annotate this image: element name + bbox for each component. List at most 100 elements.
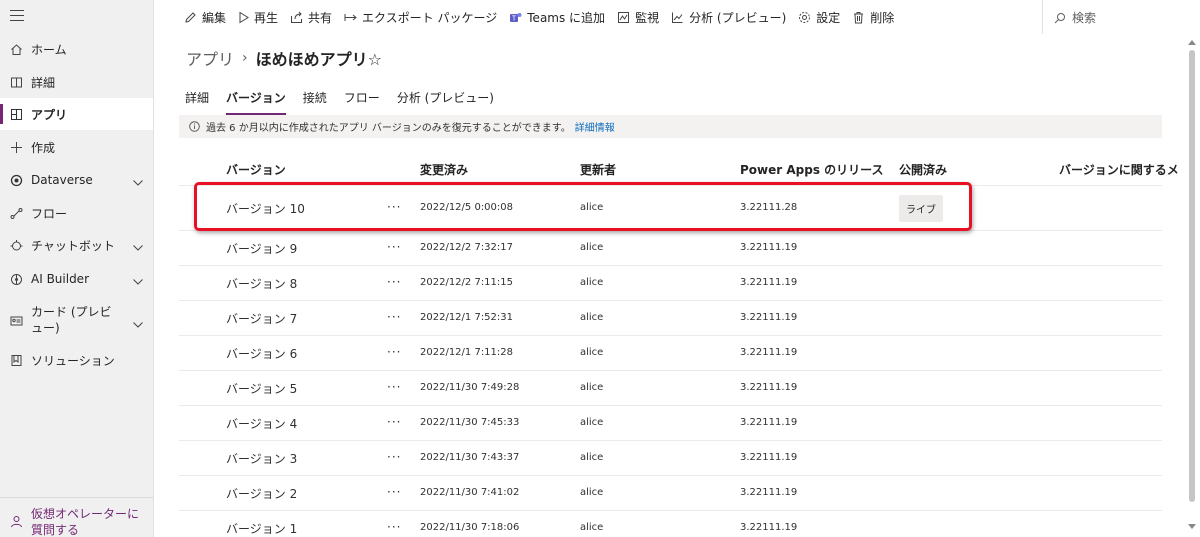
- edit-button[interactable]: 編集: [184, 9, 226, 26]
- breadcrumb-apps-link[interactable]: アプリ: [186, 46, 234, 70]
- tab-connections[interactable]: 接続: [303, 89, 327, 115]
- scroll-thumb[interactable]: [1189, 50, 1195, 502]
- delete-label: 削除: [870, 10, 895, 25]
- more-options-button[interactable]: ···: [387, 380, 401, 394]
- table-header: バージョン 変更済み 更新者 Power Apps のリリース 公開済み バージ…: [179, 150, 1179, 186]
- delete-button[interactable]: 削除: [852, 9, 894, 26]
- sidebar-item-flows[interactable]: フロー: [0, 197, 153, 229]
- scroll-up-icon[interactable]: [1188, 40, 1196, 45]
- modified-cell: 2022/11/30 7:18:06: [420, 521, 520, 533]
- modified-cell: 2022/11/30 7:45:33: [420, 416, 520, 428]
- breadcrumb-separator: ›: [242, 50, 248, 66]
- monitor-button[interactable]: 監視: [617, 9, 659, 26]
- tab-flows[interactable]: フロー: [344, 89, 380, 115]
- more-options-button[interactable]: ···: [387, 240, 401, 254]
- column-header-version[interactable]: バージョン: [226, 161, 286, 178]
- ask-virtual-agent-button[interactable]: 仮想オペレーターに質問する: [0, 497, 153, 537]
- scroll-down-icon[interactable]: [1188, 524, 1196, 529]
- version-cell: バージョン 9: [226, 242, 298, 257]
- play-label: 再生: [254, 10, 279, 25]
- table-row[interactable]: バージョン 10 ··· 2022/12/5 0:00:08 alice 3.22111…: [179, 186, 1162, 231]
- apps-icon: [9, 107, 23, 121]
- modified-cell: 2022/11/30 7:41:02: [420, 486, 520, 498]
- live-badge: ライブ: [899, 195, 943, 222]
- sidebar-item-apps[interactable]: アプリ: [0, 98, 153, 130]
- modified-cell: 2022/12/1 7:11:28: [420, 346, 514, 358]
- sidebar-item-ai-builder[interactable]: AI Builder: [0, 263, 153, 295]
- sidebar-item-create[interactable]: 作成: [0, 131, 153, 163]
- version-cell: バージョン 1: [226, 522, 298, 537]
- sidebar-item-label: Dataverse: [31, 173, 93, 187]
- chevron-down-icon[interactable]: [133, 240, 143, 254]
- tab-versions[interactable]: バージョン: [226, 89, 286, 115]
- release-cell: 3.22111.19: [740, 241, 798, 253]
- sidebar-item-solutions[interactable]: ソリューション: [0, 344, 153, 376]
- settings-button[interactable]: 設定: [798, 9, 840, 26]
- more-options-button[interactable]: ···: [387, 275, 401, 289]
- table-row[interactable]: バージョン 5 ··· 2022/11/30 7:49:28 alice 3.22111…: [179, 371, 1162, 406]
- column-header-powerapps-release[interactable]: Power Apps のリリース: [740, 161, 884, 178]
- table-row[interactable]: バージョン 6 ··· 2022/12/1 7:11:28 alice 3.22111.…: [179, 336, 1162, 371]
- sidebar-item-home[interactable]: ホーム: [0, 33, 153, 65]
- tab-details[interactable]: 詳細: [185, 89, 209, 115]
- modified-cell: 2022/12/1 7:52:31: [420, 311, 514, 323]
- table-row[interactable]: バージョン 1 ··· 2022/11/30 7:18:06 alice 3.22111…: [179, 511, 1162, 537]
- sidebar-item-label: カード (プレビュー): [31, 305, 112, 335]
- more-options-button[interactable]: ···: [387, 345, 401, 359]
- tab-bar: 詳細 バージョン 接続 フロー 分析 (プレビュー): [185, 89, 511, 115]
- table-row[interactable]: バージョン 7 ··· 2022/12/1 7:52:31 alice 3.22111.…: [179, 301, 1162, 336]
- dataverse-icon: [9, 173, 23, 187]
- search-box[interactable]: 検索: [1054, 9, 1096, 26]
- table-row[interactable]: バージョン 9 ··· 2022/12/2 7:32:17 alice 3.22111.…: [179, 231, 1162, 266]
- analytics-label: 分析 (プレビュー): [689, 10, 787, 25]
- analytics-icon: [672, 12, 683, 23]
- more-options-button[interactable]: ···: [387, 415, 401, 429]
- more-options-button[interactable]: ···: [387, 450, 401, 464]
- chevron-down-icon[interactable]: [133, 175, 143, 189]
- table-row[interactable]: バージョン 2 ··· 2022/11/30 7:41:02 alice 3.22111…: [179, 476, 1162, 511]
- sidebar-item-learn[interactable]: 詳細: [0, 66, 153, 98]
- column-header-published[interactable]: 公開済み: [899, 161, 947, 178]
- column-header-modified[interactable]: 変更済み: [420, 161, 468, 178]
- more-options-button[interactable]: ···: [387, 200, 401, 214]
- book-icon: [9, 75, 23, 89]
- version-cell: バージョン 5: [226, 382, 298, 397]
- table-row[interactable]: バージョン 8 ··· 2022/12/2 7:11:15 alice 3.22111.…: [179, 266, 1162, 301]
- sidebar-item-cards[interactable]: カード (プレビュー): [0, 300, 153, 340]
- info-message-bar: 過去 6 か月以内に作成されたアプリ バージョンのみを復元することができます。 …: [179, 115, 1162, 138]
- more-options-button[interactable]: ···: [387, 310, 401, 324]
- pencil-icon: [185, 11, 196, 23]
- add-to-teams-label: Teams に追加: [527, 10, 606, 25]
- version-cell: バージョン 3: [226, 452, 298, 467]
- left-nav: ホーム 詳細 アプリ 作成 Dataverse フロー チャットボット AI B…: [0, 0, 154, 537]
- table-row[interactable]: バージョン 3 ··· 2022/11/30 7:43:37 alice 3.22111…: [179, 441, 1162, 476]
- vertical-scrollbar[interactable]: [1186, 34, 1198, 537]
- table-row[interactable]: バージョン 4 ··· 2022/11/30 7:45:33 alice 3.22111…: [179, 406, 1162, 441]
- more-options-button[interactable]: ···: [387, 520, 401, 534]
- sidebar-item-label: アプリ: [31, 107, 68, 122]
- modified-by-cell: alice: [580, 311, 604, 323]
- column-header-notes[interactable]: バージョンに関するメ: [1059, 161, 1179, 178]
- release-cell: 3.22111.19: [740, 381, 798, 393]
- sidebar-item-dataverse[interactable]: Dataverse: [0, 164, 153, 196]
- sidebar-item-label: チャットボット: [31, 238, 115, 253]
- virtual-agent-icon: [9, 514, 23, 528]
- more-options-button[interactable]: ···: [387, 485, 401, 499]
- hamburger-menu-icon[interactable]: [10, 10, 24, 22]
- export-package-button[interactable]: エクスポート パッケージ: [344, 9, 497, 26]
- add-to-teams-button[interactable]: T Teams に追加: [509, 9, 605, 26]
- analytics-button[interactable]: 分析 (プレビュー): [671, 9, 786, 26]
- ai-builder-icon: [9, 272, 23, 286]
- modified-by-cell: alice: [580, 416, 604, 428]
- sidebar-item-chatbots[interactable]: チャットボット: [0, 229, 153, 261]
- info-icon: [189, 121, 200, 132]
- share-button[interactable]: 共有: [290, 9, 332, 26]
- chevron-down-icon[interactable]: [133, 274, 143, 288]
- learn-more-link[interactable]: 詳細情報: [575, 119, 615, 134]
- column-header-modified-by[interactable]: 更新者: [580, 161, 616, 178]
- play-button[interactable]: 再生: [238, 9, 278, 26]
- chevron-down-icon[interactable]: [133, 317, 143, 331]
- flow-icon: [9, 206, 23, 220]
- tab-analytics[interactable]: 分析 (プレビュー): [397, 89, 494, 115]
- edit-label: 編集: [202, 10, 227, 25]
